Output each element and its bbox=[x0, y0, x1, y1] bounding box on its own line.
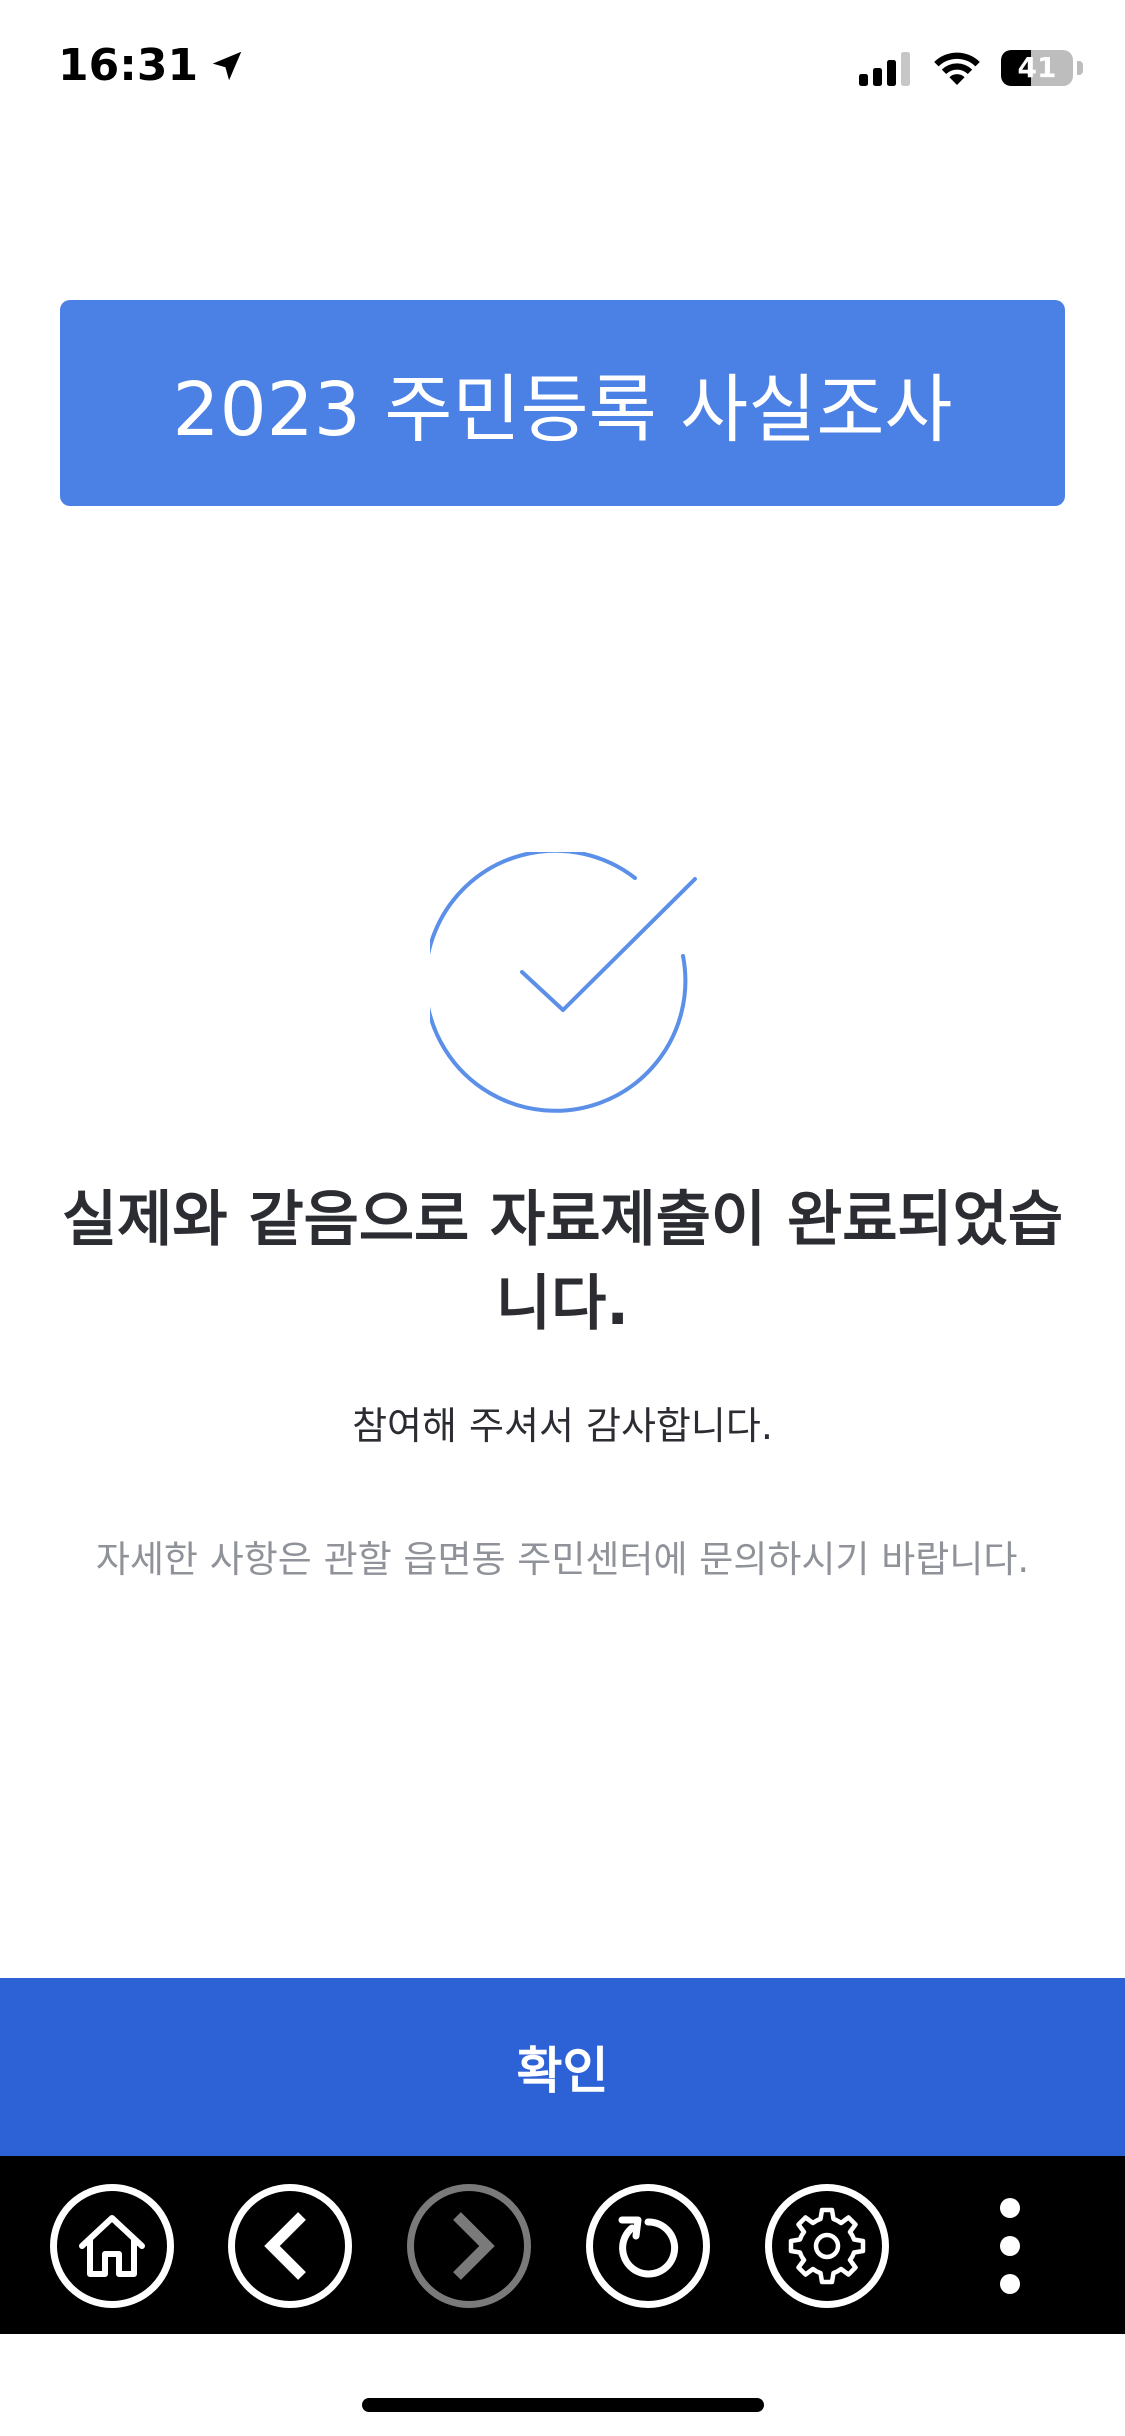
more-vertical-icon bbox=[1000, 2198, 1020, 2218]
status-indicators: 41 bbox=[857, 48, 1083, 88]
forward-arrow-icon bbox=[453, 2212, 495, 2280]
refresh-button[interactable] bbox=[586, 2184, 710, 2308]
back-arrow-icon bbox=[264, 2212, 306, 2280]
gear-icon bbox=[788, 2207, 866, 2285]
home-indicator-area bbox=[0, 2334, 1125, 2436]
home-indicator[interactable] bbox=[362, 2398, 764, 2412]
page-title-banner: 2023 주민등록 사실조사 bbox=[60, 300, 1065, 506]
forward-button[interactable] bbox=[407, 2184, 531, 2308]
status-time-group: 16:31 bbox=[58, 40, 246, 91]
status-bar: 16:31 41 bbox=[0, 0, 1125, 140]
confirm-button-label: 확인 bbox=[516, 2042, 609, 2100]
confirm-button[interactable]: 확인 bbox=[0, 1978, 1125, 2156]
completion-message: 실제와 같음으로 자료제출이 완료되었습니다. bbox=[61, 1185, 1064, 1339]
more-dot bbox=[1000, 2274, 1020, 2294]
wifi-icon bbox=[934, 52, 980, 85]
back-button[interactable] bbox=[228, 2184, 352, 2308]
status-time: 16:31 bbox=[58, 40, 199, 91]
info-message: 자세한 사항은 관할 읍면동 주민센터에 문의하시기 바랍니다. bbox=[95, 1538, 1030, 1581]
location-arrow-icon bbox=[212, 51, 242, 80]
thanks-message: 참여해 주셔서 감사합니다. bbox=[352, 1404, 773, 1448]
battery-level: 41 bbox=[1017, 51, 1057, 84]
refresh-icon bbox=[618, 2216, 679, 2278]
more-dot bbox=[1000, 2236, 1020, 2256]
browser-toolbar bbox=[0, 2156, 1125, 2334]
home-icon bbox=[79, 2215, 145, 2277]
battery-nub bbox=[1077, 61, 1083, 75]
settings-button[interactable] bbox=[765, 2184, 889, 2308]
cellular-signal-icon bbox=[859, 52, 910, 86]
page-title: 2023 주민등록 사실조사 bbox=[172, 366, 953, 453]
battery-icon: 41 bbox=[1001, 50, 1073, 86]
home-button[interactable] bbox=[50, 2184, 174, 2308]
check-circle-icon bbox=[430, 852, 697, 1113]
more-button[interactable] bbox=[980, 2184, 1040, 2308]
